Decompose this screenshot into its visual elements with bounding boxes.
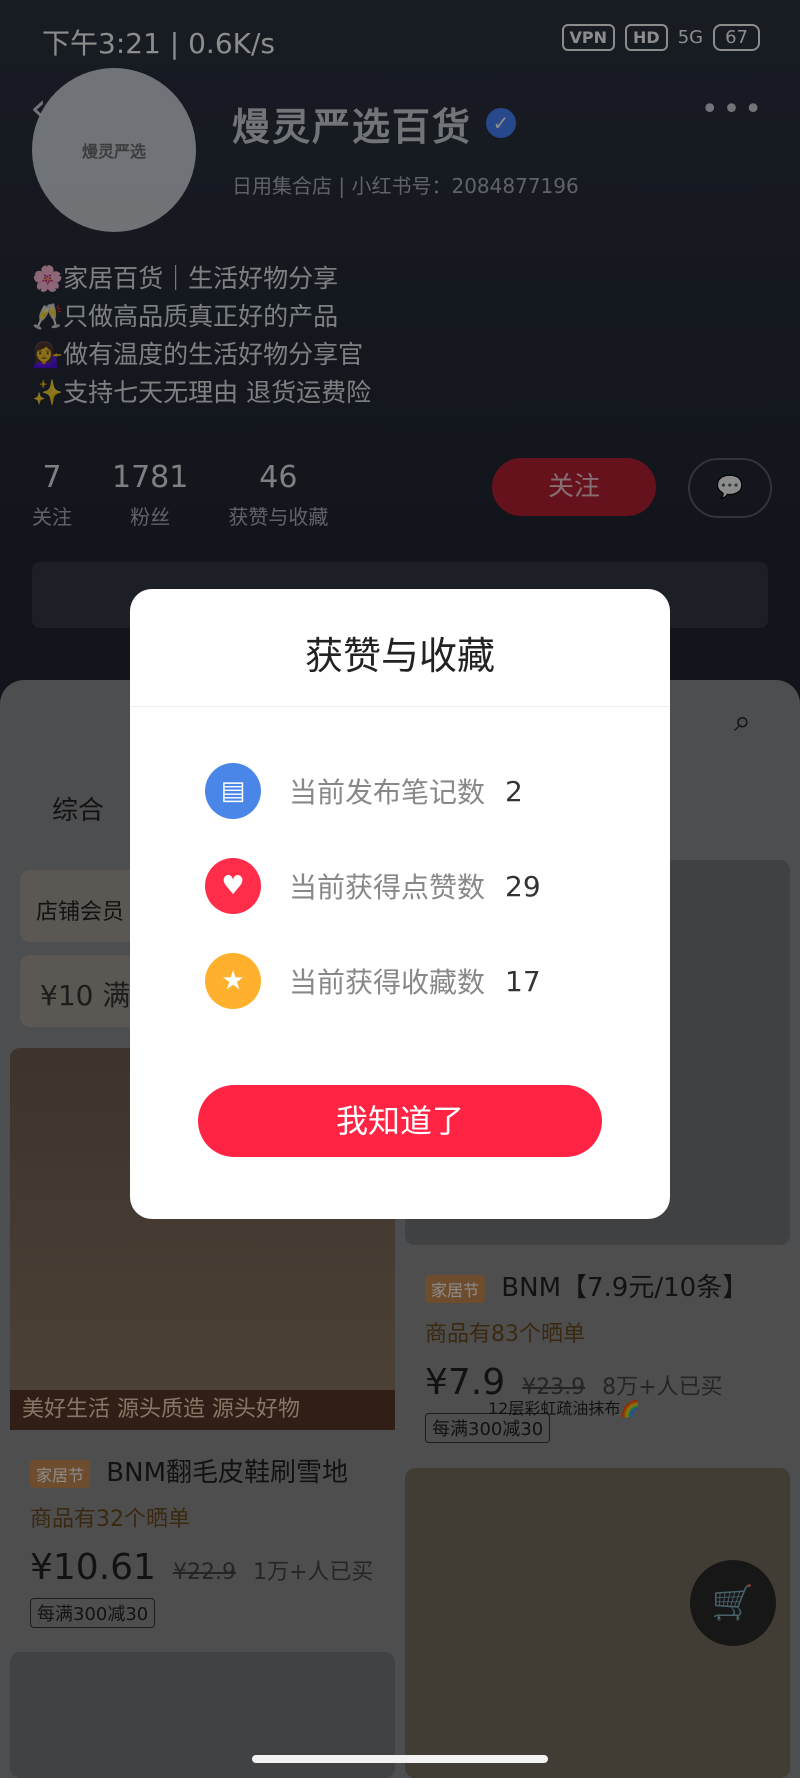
star-icon: ★ — [205, 953, 261, 1009]
row-label: 当前获得点赞数 — [289, 871, 486, 904]
row-value: 2 — [505, 774, 523, 808]
note-icon: ▤ — [205, 763, 261, 819]
modal-title: 获赞与收藏 — [304, 634, 495, 678]
heart-icon: ♥ — [205, 858, 261, 914]
row-value: 29 — [505, 869, 541, 903]
home-indicator[interactable] — [252, 1755, 548, 1763]
row-label: 当前发布笔记数 — [289, 776, 486, 809]
row-label: 当前获得收藏数 — [289, 966, 486, 999]
modal-divider — [130, 706, 670, 707]
modal-row-likes: ♥ 当前获得点赞数 29 — [205, 858, 645, 914]
modal-row-saves: ★ 当前获得收藏数 17 — [205, 953, 645, 1009]
modal-row-notes: ▤ 当前发布笔记数 2 — [205, 763, 645, 819]
ok-button[interactable]: 我知道了 — [198, 1085, 602, 1157]
row-value: 17 — [505, 964, 541, 998]
